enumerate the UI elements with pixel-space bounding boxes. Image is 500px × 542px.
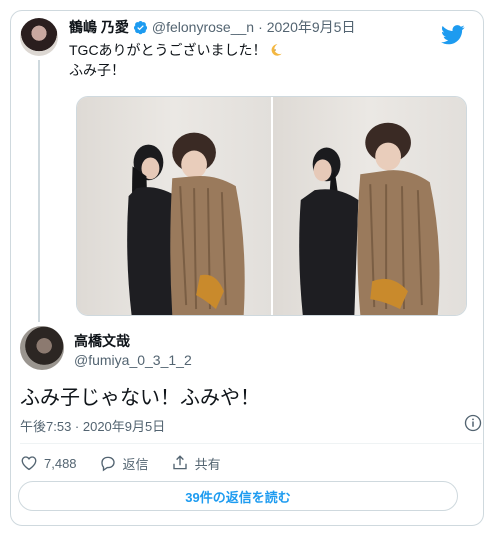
tweet-photo-1[interactable] [77, 97, 271, 315]
heart-icon [21, 456, 37, 471]
info-icon[interactable] [464, 414, 482, 432]
like-count: 7,488 [44, 455, 77, 471]
tweet-actions: 7,488 返信 共有 [20, 452, 243, 474]
parent-author-name[interactable]: 鶴嶋 乃愛 [69, 17, 129, 37]
speech-bubble-icon [100, 456, 115, 472]
like-button[interactable]: 7,488 [20, 454, 77, 472]
tweet-photo-grid [76, 96, 467, 316]
thread-connector-line [38, 60, 40, 322]
parent-tweet-header: 鶴嶋 乃愛 @felonyrose__n · 2020年9月5日 [69, 18, 355, 36]
tweet-photo-2[interactable] [272, 97, 466, 315]
reply-label: 返信 [122, 456, 149, 472]
parent-avatar[interactable] [20, 18, 58, 56]
parent-tweet-date[interactable]: 2020年9月5日 [267, 17, 356, 37]
reply-author-handle[interactable]: @fumiya_0_3_1_2 [74, 352, 192, 368]
crescent-moon-icon [271, 44, 282, 56]
share-label: 共有 [194, 456, 221, 472]
reply-avatar[interactable] [20, 326, 64, 370]
twitter-bird-icon[interactable] [441, 25, 465, 45]
reply-button[interactable]: 返信 [99, 454, 149, 473]
parent-text-line-2: ふみ子！ [69, 62, 125, 78]
share-button[interactable]: 共有 [171, 454, 221, 473]
parent-tweet-text: TGCありがとうございました！ ふみ子！ [69, 40, 283, 80]
action-divider [20, 443, 482, 444]
header-separator: · [258, 19, 263, 35]
reply-timestamp[interactable]: 午後7:53 · 2020年9月5日 [20, 416, 165, 435]
read-replies-button[interactable]: 39件の返信を読む [18, 481, 458, 511]
share-icon [172, 455, 187, 470]
parent-author-handle[interactable]: @felonyrose__n [152, 19, 254, 35]
reply-tweet-text: ふみ子じゃない！ふみや！ [20, 387, 260, 409]
parent-text-line-1: TGCありがとうございました！ [69, 42, 267, 58]
reply-author-name[interactable]: 高橋文哉 [74, 331, 130, 351]
verified-badge-icon [133, 20, 147, 34]
